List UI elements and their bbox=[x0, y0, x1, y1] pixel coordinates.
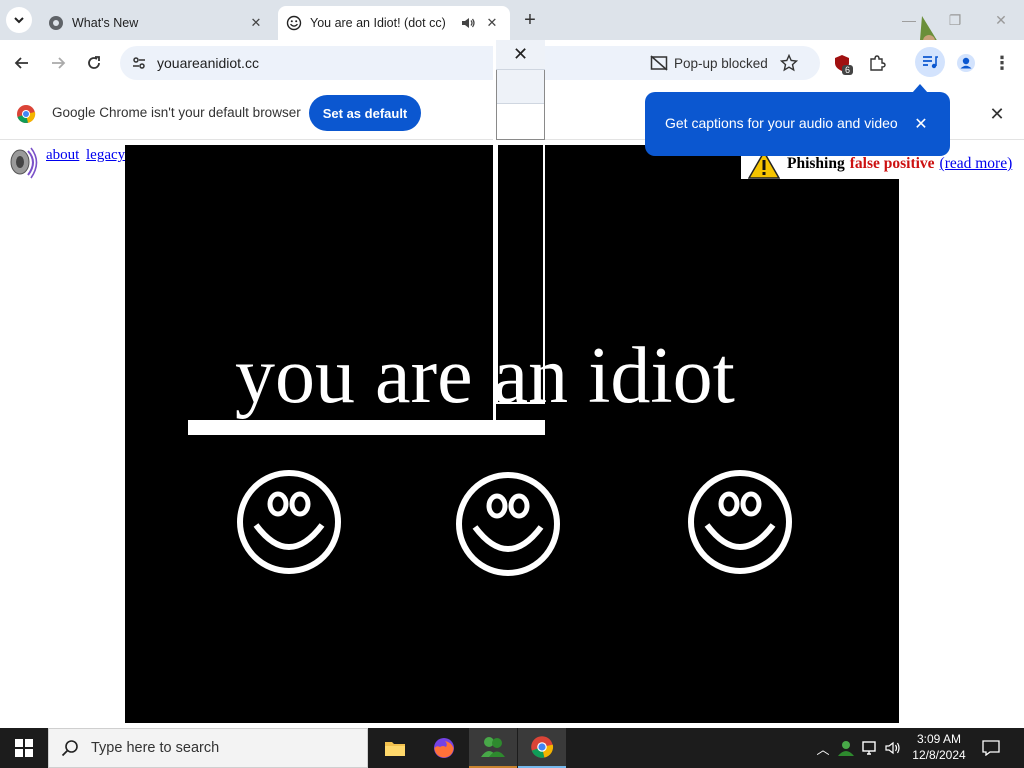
windows-taskbar: Type here to search ︿ 3:09 AM 12/8/2024 bbox=[0, 728, 1024, 768]
restore-icon: ❐ bbox=[948, 11, 962, 28]
chrome-logo-icon bbox=[17, 105, 36, 124]
extension-shield-button[interactable]: 6 bbox=[828, 49, 856, 77]
reload-icon bbox=[88, 56, 100, 69]
tab-label: You are an Idiot! (dot cc) bbox=[310, 16, 446, 30]
close-icon: ✕ bbox=[512, 44, 529, 64]
speaker-icon[interactable] bbox=[6, 145, 40, 179]
popup-window-bottom-edge bbox=[188, 420, 545, 435]
legacy-link[interactable]: legacy bbox=[86, 147, 125, 164]
clock[interactable]: 3:09 AM 12/8/2024 bbox=[906, 731, 972, 763]
media-controls-button[interactable] bbox=[915, 47, 945, 77]
bookmark-star-icon[interactable] bbox=[780, 54, 798, 72]
popup-close-button[interactable]: ✕ bbox=[496, 40, 545, 70]
forward-button[interactable] bbox=[44, 49, 72, 77]
popup-window-edge bbox=[496, 140, 545, 404]
puzzle-icon bbox=[870, 55, 886, 71]
firefox-button[interactable] bbox=[420, 728, 468, 768]
notifications-button[interactable] bbox=[981, 738, 1001, 758]
chrome-favicon-icon bbox=[49, 16, 63, 30]
close-icon[interactable]: ✕ bbox=[484, 15, 500, 31]
profile-button[interactable] bbox=[952, 49, 980, 77]
smiley-favicon-icon bbox=[286, 15, 302, 31]
windows-logo-icon bbox=[15, 739, 33, 757]
folder-icon bbox=[385, 742, 405, 756]
reload-button[interactable] bbox=[80, 49, 108, 77]
search-icon bbox=[61, 740, 78, 757]
gnome-app-button[interactable] bbox=[469, 728, 517, 768]
firefox-icon bbox=[434, 738, 454, 758]
tray-people-icon[interactable] bbox=[836, 738, 856, 758]
popup-window[interactable]: ✕ bbox=[188, 40, 545, 435]
captions-promo-text: Get captions for your audio and video bbox=[665, 115, 898, 131]
close-icon: ✕ bbox=[995, 11, 1007, 28]
plus-icon: + bbox=[524, 8, 536, 31]
close-icon: ✕ bbox=[989, 103, 1005, 124]
tab-whats-new[interactable]: What's New ✕ bbox=[38, 6, 274, 40]
window-close-button[interactable]: ✕ bbox=[978, 6, 1024, 34]
back-button[interactable] bbox=[8, 49, 36, 77]
close-icon: ✕ bbox=[914, 116, 928, 133]
notification-icon bbox=[982, 740, 1000, 756]
infobar-close-button[interactable]: ✕ bbox=[986, 103, 1008, 125]
minimize-icon: — bbox=[902, 12, 916, 28]
captions-promo-bubble: Get captions for your audio and video ✕ bbox=[645, 84, 950, 156]
search-placeholder: Type here to search bbox=[91, 740, 220, 756]
extension-badge: 6 bbox=[842, 65, 854, 75]
kebab-menu-icon: ⋮ bbox=[993, 52, 1011, 73]
smiley-face-icon bbox=[688, 470, 792, 574]
speaker-audio-icon[interactable] bbox=[460, 15, 476, 31]
arrow-right-icon bbox=[52, 57, 66, 69]
clock-date: 12/8/2024 bbox=[912, 748, 966, 762]
tab-label: What's New bbox=[72, 16, 139, 30]
chrome-taskbar-button[interactable] bbox=[518, 728, 566, 768]
popup-blocked-icon bbox=[650, 55, 668, 71]
chrome-logo-icon bbox=[531, 736, 554, 758]
people-icon bbox=[481, 737, 505, 757]
volume-icon[interactable] bbox=[884, 738, 904, 758]
arrow-left-icon bbox=[14, 57, 28, 69]
popup-window-body bbox=[188, 40, 496, 420]
phishing-label: Phishing bbox=[787, 155, 845, 172]
restore-button[interactable]: ❐ bbox=[932, 6, 978, 34]
close-icon[interactable]: ✕ bbox=[248, 15, 264, 31]
chevron-down-icon bbox=[14, 17, 24, 24]
about-link[interactable]: about bbox=[46, 147, 79, 164]
music-queue-icon bbox=[923, 56, 938, 69]
read-more-link[interactable]: (read more) bbox=[940, 155, 1013, 173]
show-hidden-icons-button[interactable]: ︿ bbox=[813, 738, 833, 758]
chevron-up-icon: ︿ bbox=[816, 741, 830, 757]
tab-you-are-an-idiot[interactable]: You are an Idiot! (dot cc) ✕ bbox=[278, 6, 510, 40]
file-explorer-button[interactable] bbox=[371, 728, 419, 768]
popup-blocked-label: Pop-up blocked bbox=[674, 55, 768, 71]
false-positive-label: false positive bbox=[849, 155, 935, 172]
menu-button[interactable]: ⋮ bbox=[988, 49, 1016, 77]
smiley-face-icon bbox=[456, 472, 560, 576]
extensions-button[interactable] bbox=[863, 49, 891, 77]
new-tab-button[interactable]: + bbox=[518, 8, 542, 32]
site-settings-icon[interactable] bbox=[131, 55, 147, 71]
start-button[interactable] bbox=[0, 728, 48, 768]
popup-blocked-indicator[interactable]: Pop-up blocked bbox=[650, 53, 768, 73]
network-icon[interactable] bbox=[860, 738, 880, 758]
tab-strip: What's New ✕ You are an Idiot! (dot cc) … bbox=[0, 0, 1024, 47]
tab-search-button[interactable] bbox=[6, 7, 32, 33]
captions-close-button[interactable]: ✕ bbox=[911, 114, 931, 134]
smiley-face-icon bbox=[237, 470, 341, 574]
clock-time: 3:09 AM bbox=[916, 732, 962, 746]
popup-window-addressbar bbox=[497, 70, 544, 104]
taskbar-search-box[interactable]: Type here to search bbox=[48, 728, 368, 768]
avatar-icon bbox=[957, 54, 975, 72]
